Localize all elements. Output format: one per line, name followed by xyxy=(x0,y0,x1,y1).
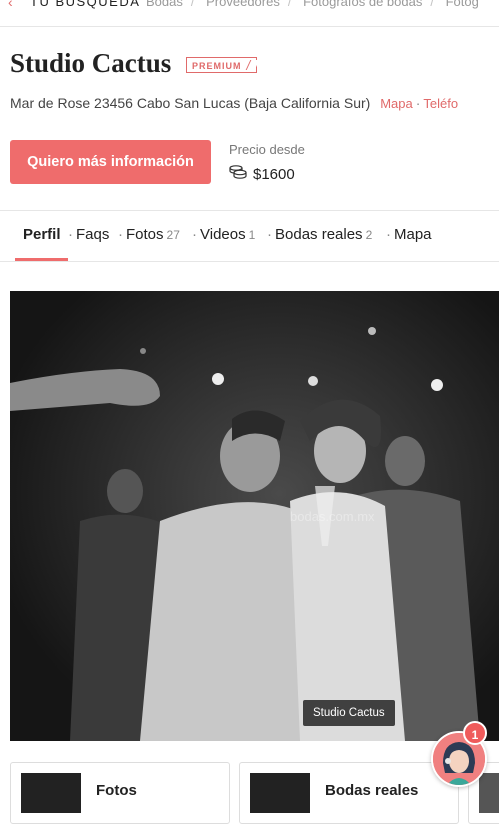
notification-badge: 1 xyxy=(463,721,487,745)
main-gallery-photo[interactable]: bodas.com.mx xyxy=(10,291,499,741)
next-thumbnail xyxy=(479,773,499,813)
real-weddings-thumbnail xyxy=(250,773,310,813)
section-tabs: Perfil · Faqs · Fotos 27 · Videos 1 · Bodas re… xyxy=(0,210,499,262)
active-tab-indicator xyxy=(15,258,68,261)
card-label: Bodas reales xyxy=(325,782,419,799)
watermark: bodas.com.mx xyxy=(290,509,375,524)
chevron-left-icon[interactable]: ‹ xyxy=(8,0,13,10)
back-to-search-link[interactable]: TU BÚSQUEDA xyxy=(30,0,140,9)
top-navigation-bar: ‹ TU BÚSQUEDA Bodas / Proveedores / Fotógr… xyxy=(0,0,499,27)
tab-count: 1 xyxy=(248,228,256,242)
coins-icon xyxy=(229,164,247,184)
price-label: Precio desde xyxy=(229,142,305,157)
breadcrumb-item[interactable]: Fotóg xyxy=(446,0,479,9)
real-weddings-card[interactable]: Bodas reales xyxy=(239,762,459,824)
tab-count: 27 xyxy=(166,228,180,242)
price-value: $1600 xyxy=(253,165,295,183)
vendor-name: Studio Cactus xyxy=(10,48,172,78)
breadcrumb-item[interactable]: Proveedores xyxy=(206,0,280,9)
tab-bodas-reales[interactable]: · Bodas reales 2 xyxy=(267,226,372,243)
photos-thumbnail xyxy=(21,773,81,813)
vendor-address: Mar de Rose 23456 Cabo San Lucas (Baja C… xyxy=(10,95,371,111)
tab-count: 2 xyxy=(365,228,373,242)
tab-videos[interactable]: · Videos 1 xyxy=(192,226,255,243)
premium-badge: PREMIUM xyxy=(186,57,257,73)
card-label: Fotos xyxy=(96,782,137,799)
tab-fotos[interactable]: · Fotos 27 xyxy=(118,226,180,243)
request-info-button[interactable]: Quiero más información xyxy=(10,140,211,184)
breadcrumb-item[interactable]: Fotógrafos de bodas xyxy=(303,0,422,9)
price-row: $1600 xyxy=(229,164,295,184)
phone-link[interactable]: Teléfo xyxy=(423,96,458,111)
tab-faqs[interactable]: · Faqs xyxy=(68,226,109,243)
address-row: Mar de Rose 23456 Cabo San Lucas (Baja C… xyxy=(10,95,459,111)
tab-perfil[interactable]: Perfil xyxy=(23,226,61,243)
breadcrumb: Bodas / Proveedores / Fotógrafos de bodas /… xyxy=(146,0,487,9)
photos-card[interactable]: Fotos xyxy=(10,762,230,824)
tab-mapa[interactable]: · Mapa xyxy=(386,226,432,243)
map-link[interactable]: Mapa xyxy=(380,96,413,111)
photo-caption: Studio Cactus xyxy=(303,700,395,726)
breadcrumb-item[interactable]: Bodas xyxy=(146,0,183,9)
